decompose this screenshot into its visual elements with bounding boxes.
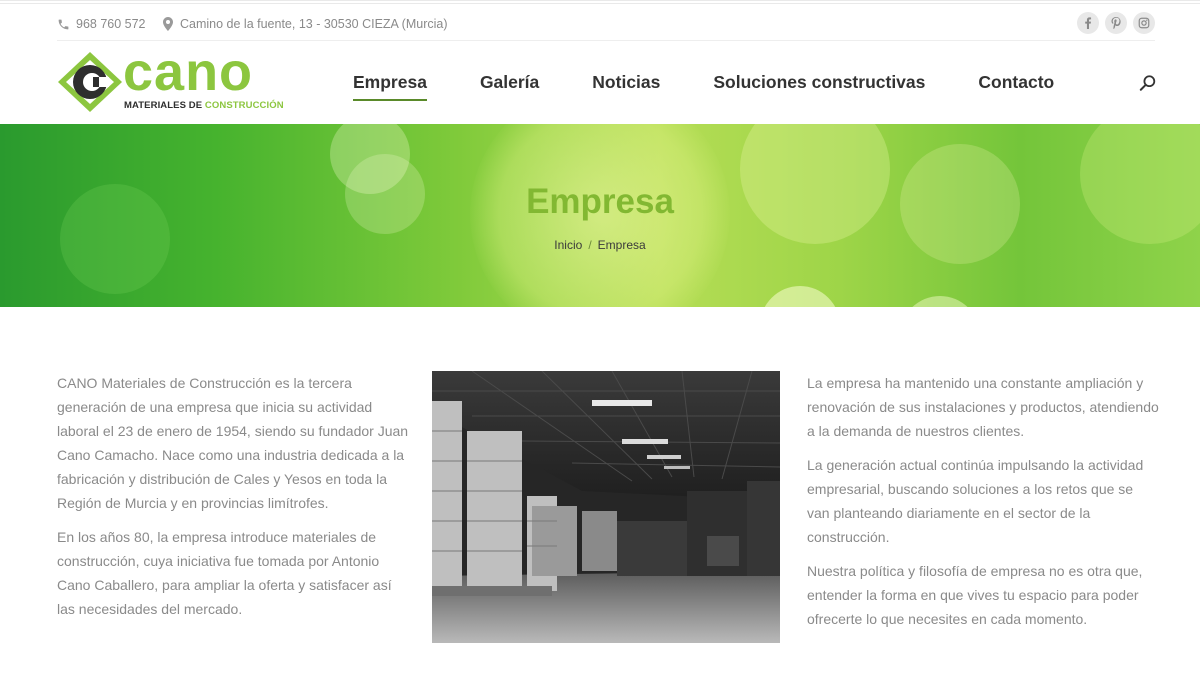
nav-item-contacto[interactable]: Contacto	[978, 72, 1054, 101]
bokeh-decoration	[900, 296, 980, 307]
paragraph: En los años 80, la empresa introduce mat…	[57, 529, 392, 617]
nav-item-soluciones[interactable]: Soluciones constructivas	[713, 72, 925, 101]
breadcrumb: Inicio / Empresa	[0, 238, 1200, 252]
pinterest-link[interactable]	[1105, 12, 1127, 34]
breadcrumb-home[interactable]: Inicio	[554, 238, 582, 252]
logo-tagline-green: CONSTRUCCIÓN	[204, 100, 284, 111]
paragraph: Nuestra política y filosofía de empresa …	[807, 563, 1143, 627]
instagram-icon	[1138, 17, 1150, 29]
header-divider	[57, 40, 1155, 41]
breadcrumb-separator: /	[588, 238, 592, 252]
bokeh-decoration	[760, 286, 840, 307]
warehouse-image	[432, 371, 780, 643]
nav-item-noticias[interactable]: Noticias	[592, 72, 660, 101]
top-border	[0, 0, 1200, 4]
phone-icon	[58, 19, 69, 29]
nav-item-empresa[interactable]: Empresa	[353, 72, 427, 101]
phone-number: 968 760 572	[76, 17, 146, 31]
paragraph: La generación actual continúa impulsando…	[807, 457, 1144, 545]
search-icon[interactable]	[1139, 74, 1157, 92]
breadcrumb-current: Empresa	[597, 238, 646, 252]
nav-item-galeria[interactable]: Galería	[480, 72, 539, 101]
pinterest-icon	[1111, 17, 1121, 29]
page-title: Empresa	[526, 182, 674, 221]
address-contact[interactable]: Camino de la fuente, 13 - 30530 CIEZA (M…	[162, 17, 448, 31]
paragraph: CANO Materiales de Construcción es la te…	[57, 375, 409, 511]
logo-wordmark: cano	[123, 42, 254, 102]
location-pin-icon	[163, 17, 173, 31]
address-text: Camino de la fuente, 13 - 30530 CIEZA (M…	[180, 17, 448, 31]
facebook-icon	[1085, 17, 1092, 29]
content-column-right: La empresa ha mantenido una constante am…	[807, 371, 1159, 641]
logo-tagline: MATERIALES DE CONSTRUCCIÓN	[124, 100, 284, 111]
paragraph: La empresa ha mantenido una constante am…	[807, 375, 1159, 439]
site-logo[interactable]: cano MATERIALES DE CONSTRUCCIÓN	[57, 45, 284, 113]
phone-contact[interactable]: 968 760 572	[57, 17, 146, 31]
top-info-bar: 968 760 572 Camino de la fuente, 13 - 30…	[57, 12, 1155, 38]
warehouse-photo	[432, 371, 780, 643]
page-hero-banner: Empresa Inicio / Empresa	[0, 124, 1200, 307]
facebook-link[interactable]	[1077, 12, 1099, 34]
social-links	[1077, 12, 1155, 34]
logo-mark-icon	[58, 52, 122, 112]
main-nav: Empresa Galería Noticias Soluciones cons…	[353, 72, 1054, 101]
logo-tagline-dark: MATERIALES DE	[124, 100, 205, 111]
instagram-link[interactable]	[1133, 12, 1155, 34]
content-column-left: CANO Materiales de Construcción es la te…	[57, 371, 409, 631]
